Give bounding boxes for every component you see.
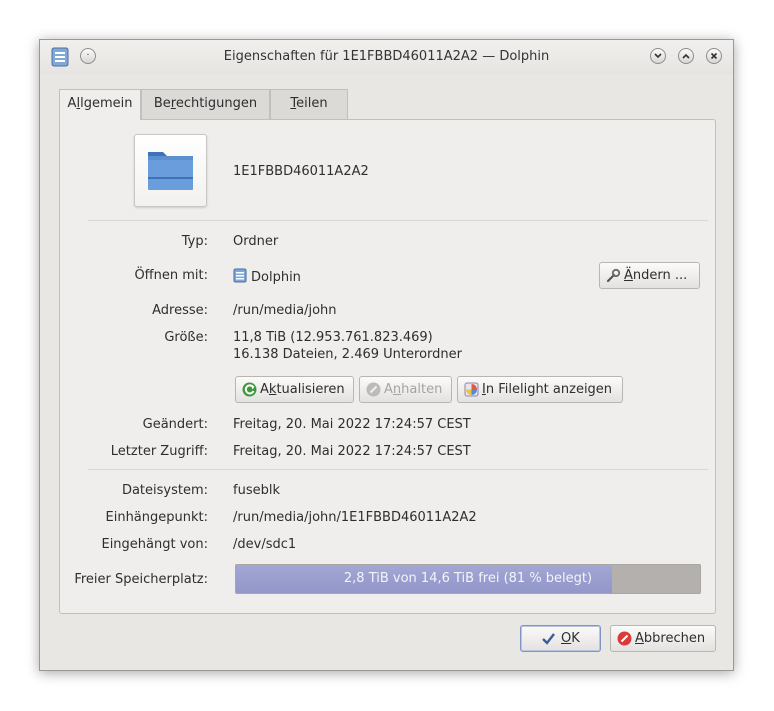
tab-label-part: Be — [153, 96, 171, 111]
free-space-text: 2,8 TiB von 14,6 TiB frei (81 % belegt) — [343, 571, 593, 586]
filelight-button[interactable]: In Filelight anzeigen — [457, 376, 623, 403]
checkmark-icon — [542, 633, 555, 645]
minimize-icon[interactable] — [650, 48, 666, 64]
address-value: /run/media/john — [233, 303, 337, 318]
file-name: 1E1FBBD46011A2A2 — [233, 164, 369, 179]
folder-icon-button[interactable] — [134, 134, 207, 207]
tab-berechtigungen[interactable]: Berechtigungen — [141, 89, 270, 119]
tab-label-part: echtigungen — [175, 96, 258, 111]
change-label: ndern ... — [632, 268, 688, 283]
ok-label: K — [571, 631, 580, 646]
filesystem-value: fuseblk — [233, 483, 280, 498]
wrench-icon — [606, 268, 621, 283]
separator — [88, 469, 708, 470]
refresh-button[interactable]: Aktualisieren — [235, 376, 354, 403]
dolphin-icon — [233, 268, 247, 283]
change-open-with-button[interactable]: Ändern ... — [599, 262, 700, 289]
stop-mnemonic: n — [392, 382, 402, 397]
separator — [88, 220, 708, 221]
cancel-button[interactable]: Abbrechen — [610, 625, 716, 652]
cancel-label: bbrechen — [643, 631, 706, 646]
stop-icon — [366, 382, 381, 397]
mount-point-value: /run/media/john/1E1FBBD46011A2A2 — [233, 510, 477, 525]
filelight-icon — [464, 382, 479, 397]
cancel-icon — [617, 631, 632, 646]
folder-icon — [148, 152, 193, 190]
tab-label-part: lgemein — [80, 96, 133, 111]
free-space-bar: 2,8 TiB von 14,6 TiB frei (81 % belegt) — [235, 564, 701, 594]
properties-dialog: · Eigenschaften für 1E1FBBD46011A2A2 — D… — [39, 39, 734, 671]
refresh-label-part: A — [260, 382, 269, 397]
refresh-label-part: tualisieren — [276, 382, 345, 397]
mount-point-label: Einhängepunkt: — [105, 510, 209, 525]
type-value: Ordner — [233, 234, 279, 249]
modified-label: Geändert: — [142, 417, 208, 432]
window-title: Eigenschaften für 1E1FBBD46011A2A2 — Dol… — [223, 49, 550, 64]
refresh-icon — [242, 382, 257, 397]
ok-button[interactable]: OK — [520, 625, 601, 652]
open-with-value: Dolphin — [233, 268, 301, 285]
tab-teilen[interactable]: Teilen — [270, 89, 348, 119]
stop-button[interactable]: Anhalten — [359, 376, 452, 403]
title-bar[interactable]: · Eigenschaften für 1E1FBBD46011A2A2 — D… — [40, 40, 733, 74]
modified-value: Freitag, 20. Mai 2022 17:24:57 CEST — [233, 417, 471, 432]
size-label: Größe: — [164, 330, 208, 345]
filesystem-label: Dateisystem: — [121, 483, 208, 498]
ok-mnemonic: O — [561, 631, 572, 646]
open-with-label: Öffnen mit: — [134, 268, 208, 283]
maximize-icon[interactable] — [678, 48, 694, 64]
address-label: Adresse: — [152, 303, 208, 318]
free-space-label: Freier Speicherplatz: — [74, 572, 208, 587]
mounted-from-value: /dev/sdc1 — [233, 537, 297, 552]
accessed-label: Letzter Zugriff: — [110, 444, 208, 459]
type-label: Typ: — [181, 234, 208, 249]
accessed-value: Freitag, 20. Mai 2022 17:24:57 CEST — [233, 444, 471, 459]
size-value: 11,8 TiB (12.953.761.823.469) — [233, 330, 433, 345]
tab-allgemein[interactable]: Allgemein — [59, 89, 141, 120]
stop-label-part: A — [384, 382, 393, 397]
stop-label-part: halten — [401, 382, 443, 397]
close-icon[interactable] — [706, 48, 722, 64]
filelight-label-part: n Filelight anzeigen — [485, 382, 613, 397]
size-detail: 16.138 Dateien, 2.469 Unterordner — [233, 347, 462, 362]
cancel-mnemonic: A — [635, 631, 644, 646]
change-mnemonic: Ä — [624, 268, 633, 283]
open-with-app-name: Dolphin — [251, 270, 301, 285]
mounted-from-label: Eingehängt von: — [101, 537, 208, 552]
tab-label-part: eilen — [296, 96, 328, 111]
